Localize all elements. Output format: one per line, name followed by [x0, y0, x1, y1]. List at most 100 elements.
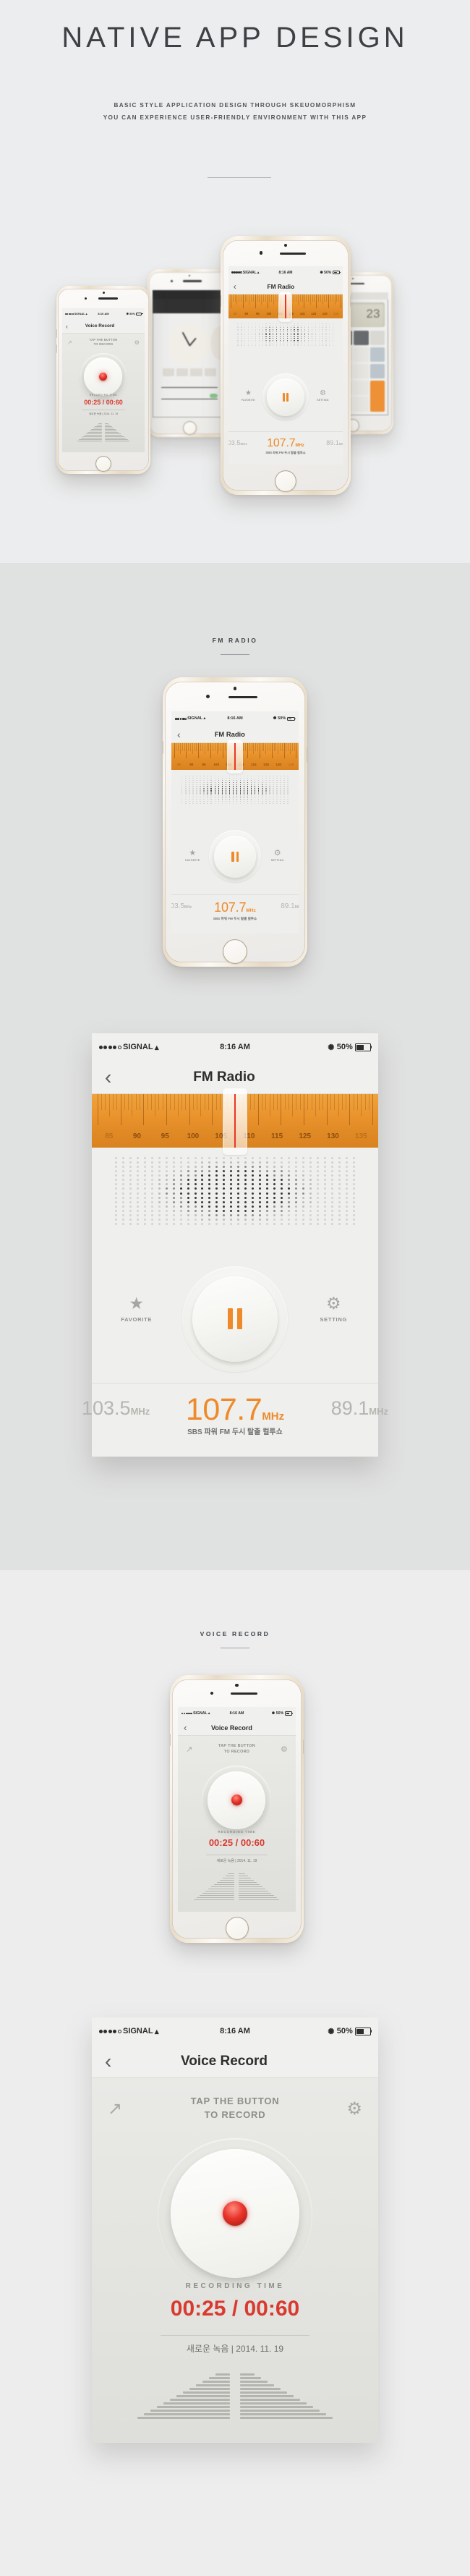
share-icon[interactable]: ↗ — [67, 339, 72, 346]
home-button[interactable] — [182, 420, 197, 435]
list-menu-icon[interactable] — [279, 731, 293, 737]
carrier-label: SIGNAL — [122, 2027, 153, 2036]
favorite-label: FAVORITE — [121, 1315, 153, 1323]
volume-up-button[interactable] — [349, 295, 351, 308]
hero-fm-radio-screen: SIGNAL ▴ 8:16 AM ✺ 50% ‹ FM Radio 85 90 … — [228, 266, 343, 465]
recording-divider — [161, 2335, 309, 2336]
voice-record-section: VOICE RECORD SIGNAL ▴ 8:16 AM ✺ 50% ‹ Vo… — [0, 1570, 470, 2576]
recording-time-value: 00:25 / 00:60 — [208, 1836, 265, 1848]
signal-dots-icon — [175, 718, 187, 720]
earpiece-icon — [183, 280, 202, 282]
play-pause-button[interactable] — [266, 378, 304, 416]
front-camera-icon — [235, 1684, 239, 1687]
setting-button[interactable]: ⚙ SETTING — [312, 389, 334, 402]
station-name: SBS 파워 FM 두시 탈출 컬투쇼 — [265, 451, 306, 455]
carrier-label: SIGNAL — [193, 1711, 208, 1716]
home-button[interactable] — [225, 1917, 249, 1941]
status-bar: SIGNAL ▴ 8:16 AM ✺ 50% — [228, 266, 343, 279]
play-pause-button[interactable] — [214, 835, 256, 878]
gear-icon[interactable]: ⚙ — [346, 2098, 362, 2119]
favorite-button[interactable]: ★ FAVORITE — [111, 1294, 163, 1323]
status-bar: SIGNAL ▴ 8:16 AM ✺ 50% — [92, 2017, 378, 2046]
volume-up-button[interactable] — [56, 329, 57, 338]
battery-icon — [136, 312, 143, 315]
play-pause-button[interactable] — [192, 1276, 278, 1362]
home-button[interactable] — [275, 470, 296, 492]
list-menu-icon[interactable] — [337, 2055, 365, 2068]
wifi-icon: ▴ — [257, 270, 260, 275]
hero-clock-screen — [152, 290, 227, 418]
record-button[interactable] — [208, 1771, 266, 1829]
battery-icon — [284, 1711, 293, 1716]
record-hint-line-1: TAP THE BUTTON — [190, 2095, 280, 2106]
nav-title: Voice Record — [85, 323, 115, 329]
record-button[interactable] — [171, 2149, 299, 2279]
volume-up-button[interactable] — [170, 1734, 171, 1747]
clock-label: 8:16 AM — [220, 2027, 250, 2036]
wifi-icon: ▴ — [203, 716, 206, 721]
record-hint: TAP THE BUTTON TO RECORD — [62, 338, 145, 347]
next-frequency[interactable]: 89.1MHz — [281, 902, 299, 910]
gear-icon[interactable]: ⚙ — [134, 339, 140, 346]
earpiece-icon — [98, 297, 119, 300]
record-hint: TAP THE BUTTON TO RECORD — [178, 1744, 296, 1755]
power-button[interactable] — [302, 1739, 304, 1754]
current-frequency-value: 107.7 — [214, 900, 247, 915]
home-button[interactable] — [223, 939, 247, 964]
record-hint-line-2: TO RECORD — [204, 2109, 266, 2120]
hero-clock-phone — [148, 269, 231, 437]
list-menu-icon[interactable] — [325, 284, 338, 289]
favorite-button[interactable]: ★ FAVORITE — [180, 848, 205, 862]
wifi-icon: ▴ — [154, 1043, 159, 1052]
waveform-icon — [62, 423, 145, 449]
next-frequency[interactable]: 89.1MHz — [326, 439, 343, 446]
clock-label: 8:16 AM — [98, 312, 109, 316]
next-frequency[interactable]: 89.1MHz — [331, 1397, 388, 1420]
home-button[interactable] — [95, 455, 111, 472]
share-icon[interactable]: ↗ — [186, 1745, 192, 1754]
list-menu-icon[interactable] — [132, 324, 141, 329]
gear-icon[interactable]: ⚙ — [281, 1745, 288, 1754]
bluetooth-icon: ✺ — [328, 1043, 335, 1052]
list-menu-icon[interactable] — [337, 1071, 365, 1084]
setting-label: SETTING — [320, 1315, 348, 1323]
pause-icon — [228, 1308, 242, 1330]
battery-icon — [355, 2027, 372, 2035]
station-name: SBS 파워 FM 두시 탈출 컬투쇼 — [213, 916, 257, 920]
volume-down-button[interactable] — [56, 344, 57, 353]
carrier-label: SIGNAL — [242, 270, 257, 275]
status-bar: SIGNAL ▴ 8:16 AM ✺ 50% — [178, 1706, 296, 1721]
setting-button[interactable]: ⚙ SETTING — [265, 848, 290, 862]
nav-title: Voice Record — [180, 2053, 268, 2069]
voice-record-app-medium: SIGNAL ▴ 8:16 AM ✺ 50% ‹ Voice Record TA… — [178, 1706, 296, 1912]
tuner-needle-icon — [234, 1094, 236, 1148]
battery-percent: 50% — [324, 270, 332, 275]
earpiece-icon — [279, 252, 306, 255]
list-menu-icon[interactable] — [276, 1724, 289, 1731]
nav-title: FM Radio — [267, 282, 295, 290]
recording-meta: 새로운 녹음 | 2014. 11. 19 — [186, 2344, 284, 2355]
share-icon[interactable]: ↗ — [108, 2098, 122, 2119]
signal-dots-icon — [64, 313, 74, 315]
hero-fm-radio-phone: SIGNAL ▴ 8:16 AM ✺ 50% ‹ FM Radio 85 90 … — [221, 236, 351, 495]
signal-dots-icon — [181, 1712, 192, 1715]
nav-bar: ‹ Voice Record — [62, 320, 145, 334]
setting-label: SETTING — [270, 858, 284, 862]
battery-icon — [332, 271, 341, 275]
recording-time-label: RECORDING TIME — [89, 394, 118, 397]
battery-icon — [355, 1043, 372, 1051]
signal-dots-icon — [98, 1045, 121, 1049]
frequency-bar: 103.5MHz 107.7MHz 89.1MHz SBS 파워 FM 두시 탈… — [171, 894, 299, 933]
voice-record-screen-medium: SIGNAL ▴ 8:16 AM ✺ 50% ‹ Voice Record TA… — [178, 1706, 296, 1912]
recording-time-value: 00:25 / 00:60 — [170, 2297, 300, 2321]
bluetooth-icon: ✺ — [328, 2027, 335, 2036]
voice-record-section-label: VOICE RECORD — [200, 1630, 270, 1637]
next-frequency-value: 89.1 — [281, 902, 295, 911]
back-chevron-icon[interactable]: ‹ — [105, 2050, 111, 2073]
setting-button[interactable]: ⚙ SETTING — [307, 1294, 359, 1323]
record-hint-line-1: TAP THE BUTTON — [89, 338, 118, 342]
favorite-button[interactable]: ★ FAVORITE — [237, 389, 259, 402]
wifi-icon: ▴ — [208, 1711, 210, 1716]
subtitle-line-2: YOU CAN EXPERIENCE USER-FRIENDLY ENVIRON… — [103, 114, 367, 121]
back-chevron-icon[interactable]: ‹ — [105, 1066, 111, 1089]
